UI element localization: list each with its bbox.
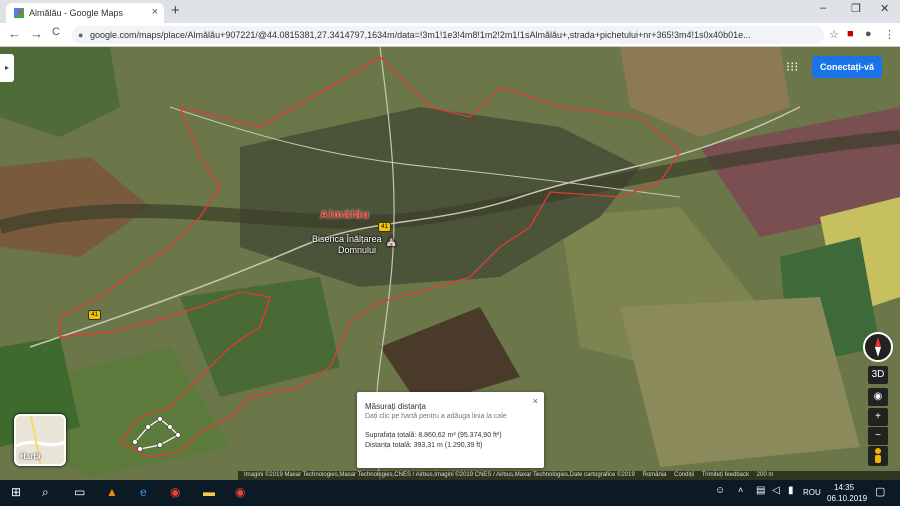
volume-icon[interactable]: ◁ (772, 485, 780, 496)
file-explorer-icon[interactable]: ▬ (203, 485, 215, 499)
reload-button[interactable]: C (52, 26, 60, 38)
close-icon[interactable]: × (533, 396, 538, 406)
measure-distance-panel: × Măsurați distanța Dați clic pe hartă p… (357, 392, 544, 468)
clock-date[interactable]: 06.10.2019 (827, 494, 867, 503)
sign-in-button[interactable]: Conectați-vă (812, 56, 882, 78)
apps-grid-icon[interactable]: ⁝⁝⁝ (786, 59, 798, 75)
map-canvas[interactable]: Almălău Biserica Înălțarea Domnului ⛪ 41… (0, 47, 900, 480)
network-icon[interactable]: ▤ (756, 485, 765, 496)
map-type-toggle[interactable]: Hartă (14, 414, 66, 466)
imagery-credits: Imagini ©2019 Maxar Technologies,Maxar T… (244, 472, 635, 478)
church-icon[interactable]: ⛪ (385, 236, 397, 247)
compass-needle-icon (875, 337, 881, 357)
edge-icon[interactable]: e (140, 485, 147, 499)
compass-icon[interactable] (863, 332, 893, 362)
browser-titlebar: Almălău - Google Maps × + – ❐ ✕ (0, 0, 900, 23)
poi-label-line2[interactable]: Domnului (338, 245, 376, 255)
tab-title: Almălău - Google Maps (29, 8, 124, 18)
road-shield: 41 (88, 310, 101, 320)
pegman-icon[interactable] (868, 446, 888, 466)
task-view-icon[interactable]: ▭ (74, 485, 85, 499)
language-indicator[interactable]: ROU (803, 488, 821, 497)
pegman-figure-icon (875, 448, 881, 463)
measure-title: Măsurați distanța (365, 402, 426, 411)
bookmark-star-icon[interactable]: ☆ (829, 28, 839, 41)
clock-time[interactable]: 14:35 (834, 483, 854, 492)
chrome-active-icon[interactable]: ◉ (235, 485, 245, 499)
zoom-in-button[interactable]: + (868, 408, 888, 426)
windows-taskbar: ⊞ ⌕ ▭ ▲ e ◉ ▬ ◉ ☺ ˄ ▤ ◁ ▮ ROU 14:35 06.1… (0, 480, 900, 506)
windows-start-icon[interactable]: ⊞ (11, 485, 21, 499)
restore-button[interactable]: ❐ (851, 2, 861, 15)
sidebar-toggle-button[interactable]: ▸ (0, 54, 14, 82)
tab-close-icon[interactable]: × (152, 6, 158, 18)
scale-label[interactable]: 200 m (757, 472, 774, 478)
measure-hint: Dați clic pe hartă pentru a adăuga linia… (365, 413, 507, 420)
google-maps-icon (14, 8, 24, 18)
browser-tab[interactable]: Almălău - Google Maps × (6, 3, 164, 23)
profile-icon[interactable]: ● (865, 28, 872, 40)
battery-icon[interactable]: ▮ (788, 485, 794, 496)
browser-toolbar: ← → C ● google.com/maps/place/Almălău+90… (0, 23, 900, 47)
map-footer: Imagini ©2019 Maxar Technologies,Maxar T… (238, 471, 900, 480)
feedback-link[interactable]: Trimiteți feedback (702, 472, 749, 478)
map-type-label: Hartă (20, 452, 41, 461)
forward-button[interactable]: → (30, 26, 43, 41)
town-label[interactable]: Almălău (320, 209, 370, 221)
minimize-button[interactable]: – (820, 2, 826, 14)
total-area: Suprafața totală: 8.860,62 m² (95.374,90… (365, 432, 502, 439)
vlc-icon[interactable]: ▲ (106, 485, 118, 499)
close-window-button[interactable]: ✕ (880, 2, 889, 15)
terms-link[interactable]: Condiții (674, 472, 694, 478)
extension-icon[interactable]: ■ (847, 28, 854, 40)
chrome-icon[interactable]: ◉ (170, 485, 180, 499)
country-link[interactable]: România (642, 472, 666, 478)
lock-icon: ● (78, 30, 84, 40)
tray-chevron-icon[interactable]: ˄ (738, 485, 743, 495)
back-button[interactable]: ← (8, 26, 21, 41)
menu-dots-icon[interactable]: ⋮ (884, 28, 895, 41)
poi-label-line1[interactable]: Biserica Înălțarea (312, 234, 382, 244)
notifications-icon[interactable]: ▢ (875, 485, 885, 498)
road-shield: 41 (378, 222, 391, 232)
people-icon[interactable]: ☺ (715, 485, 725, 496)
search-icon[interactable]: ⌕ (42, 485, 49, 500)
3d-button[interactable]: 3D (868, 366, 888, 384)
zoom-out-button[interactable]: − (868, 427, 888, 445)
total-distance: Distanța totală: 393,31 m (1.290,39 ft) (365, 442, 483, 449)
my-location-icon[interactable]: ◉ (868, 388, 888, 406)
url-text: google.com/maps/place/Almălău+907221/@44… (90, 30, 751, 40)
address-bar[interactable]: ● google.com/maps/place/Almălău+907221/@… (72, 26, 824, 44)
new-tab-button[interactable]: + (171, 2, 180, 19)
